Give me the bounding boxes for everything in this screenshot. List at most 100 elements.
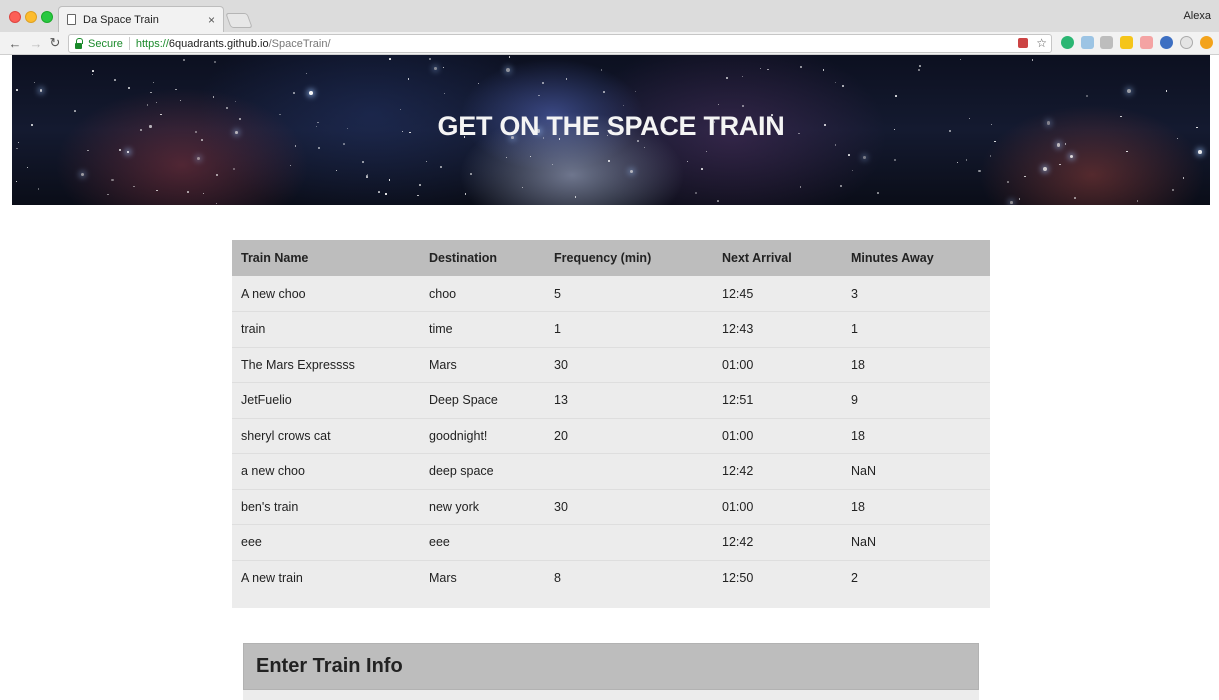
star	[119, 149, 122, 152]
star	[574, 196, 577, 198]
star	[894, 158, 897, 161]
close-window-button[interactable]	[9, 11, 21, 23]
star	[362, 160, 365, 163]
star	[365, 176, 368, 179]
star	[294, 145, 297, 147]
star	[107, 193, 109, 196]
cell-next-arrival: 12:51	[722, 393, 754, 408]
maximize-window-button[interactable]	[41, 11, 53, 23]
extension-keyboard-icon[interactable]	[1100, 36, 1113, 49]
star	[541, 81, 544, 84]
cell-minutes-away: 18	[851, 428, 865, 443]
star	[822, 69, 825, 71]
star	[478, 82, 480, 84]
star	[1024, 176, 1026, 178]
star	[407, 78, 410, 80]
star	[505, 157, 507, 159]
star	[126, 150, 130, 154]
star	[33, 82, 35, 84]
cell-frequency: 8	[554, 571, 561, 585]
cell-next-arrival: 12:45	[722, 286, 754, 301]
star	[877, 192, 880, 195]
star	[434, 67, 438, 70]
star	[133, 186, 135, 188]
star	[842, 85, 845, 88]
cell-frequency: 30	[554, 357, 568, 372]
new-tab-button[interactable]	[225, 13, 253, 28]
train-schedule-table: Train Name Destination Frequency (min) N…	[232, 240, 990, 596]
form-title: Enter Train Info	[256, 655, 403, 677]
star	[1031, 59, 1034, 62]
cell-train-name: The Mars Expressss	[241, 357, 355, 372]
star	[917, 69, 920, 72]
address-bar[interactable]: Secure https:// 6quadrants.github.io /Sp…	[68, 34, 1052, 53]
star	[155, 101, 158, 104]
star	[990, 155, 992, 157]
cell-destination: Mars	[429, 571, 457, 585]
star	[442, 66, 444, 68]
column-header-destination: Destination	[429, 251, 498, 265]
cell-train-name: A new choo	[241, 286, 306, 301]
tab-title: Da Space Train	[83, 13, 159, 26]
browser-tab[interactable]: Da Space Train ×	[58, 6, 224, 32]
divider	[128, 37, 130, 50]
star	[215, 174, 218, 177]
extension-dropbox-icon[interactable]	[1081, 36, 1094, 49]
cell-destination: goodnight!	[429, 428, 488, 443]
extension-dots-icon[interactable]	[1120, 36, 1133, 49]
star	[15, 181, 17, 183]
star	[799, 186, 802, 188]
star	[741, 75, 743, 77]
star	[92, 70, 94, 72]
star	[600, 68, 603, 71]
tab-close-icon[interactable]: ×	[208, 13, 215, 27]
cell-next-arrival: 12:43	[722, 322, 754, 337]
star	[399, 108, 401, 110]
star	[416, 194, 419, 197]
cell-next-arrival: 01:00	[722, 357, 754, 372]
navigation-bar: ← → ↻ Secure https:// 6quadrants.github.…	[0, 32, 1219, 55]
star	[39, 89, 43, 92]
extension-globe-icon[interactable]	[1160, 36, 1173, 49]
table-row: A new train Mars 8 12:50 2	[232, 560, 990, 596]
star	[127, 86, 130, 89]
star	[216, 202, 218, 205]
back-icon[interactable]: ←	[7, 35, 23, 51]
star	[156, 189, 158, 192]
star	[289, 164, 292, 167]
profile-name[interactable]: Alexa	[1183, 10, 1211, 22]
cell-next-arrival: 12:42	[722, 535, 754, 550]
star	[725, 76, 728, 79]
cell-destination: time	[429, 322, 453, 337]
reload-icon[interactable]: ↻	[47, 35, 63, 51]
cell-frequency: 5	[554, 286, 561, 301]
cell-minutes-away: NaN	[851, 464, 877, 479]
star	[839, 185, 842, 188]
star	[1197, 150, 1202, 154]
star	[863, 156, 866, 159]
star	[530, 155, 532, 157]
column-header-minutes-away: Minutes Away	[851, 251, 934, 265]
cell-destination: deep space	[429, 464, 494, 479]
cell-destination: eee	[429, 535, 450, 550]
bookmark-star-icon[interactable]: ☆	[1036, 36, 1047, 50]
star	[608, 160, 610, 162]
forward-icon[interactable]: →	[28, 35, 44, 51]
star	[1126, 150, 1128, 152]
star	[388, 179, 391, 181]
cell-frequency: 30	[554, 499, 568, 514]
content-blocked-icon[interactable]	[1018, 38, 1029, 48]
column-header-next-arrival: Next Arrival	[722, 251, 792, 265]
extension-star-icon[interactable]	[1200, 36, 1213, 49]
table-row: The Mars Expressss Mars 30 01:00 18	[232, 347, 990, 383]
minimize-window-button[interactable]	[25, 11, 37, 23]
extension-grammarly-icon[interactable]	[1061, 36, 1074, 49]
extension-circle-icon[interactable]	[1180, 36, 1193, 49]
table-row: A new choo choo 5 12:45 3	[232, 276, 990, 312]
star	[716, 199, 719, 202]
star	[895, 95, 898, 97]
column-header-train-name: Train Name	[241, 251, 309, 265]
url-host: 6quadrants.github.io	[168, 37, 269, 50]
star	[309, 91, 313, 95]
extension-share-icon[interactable]	[1140, 36, 1153, 49]
